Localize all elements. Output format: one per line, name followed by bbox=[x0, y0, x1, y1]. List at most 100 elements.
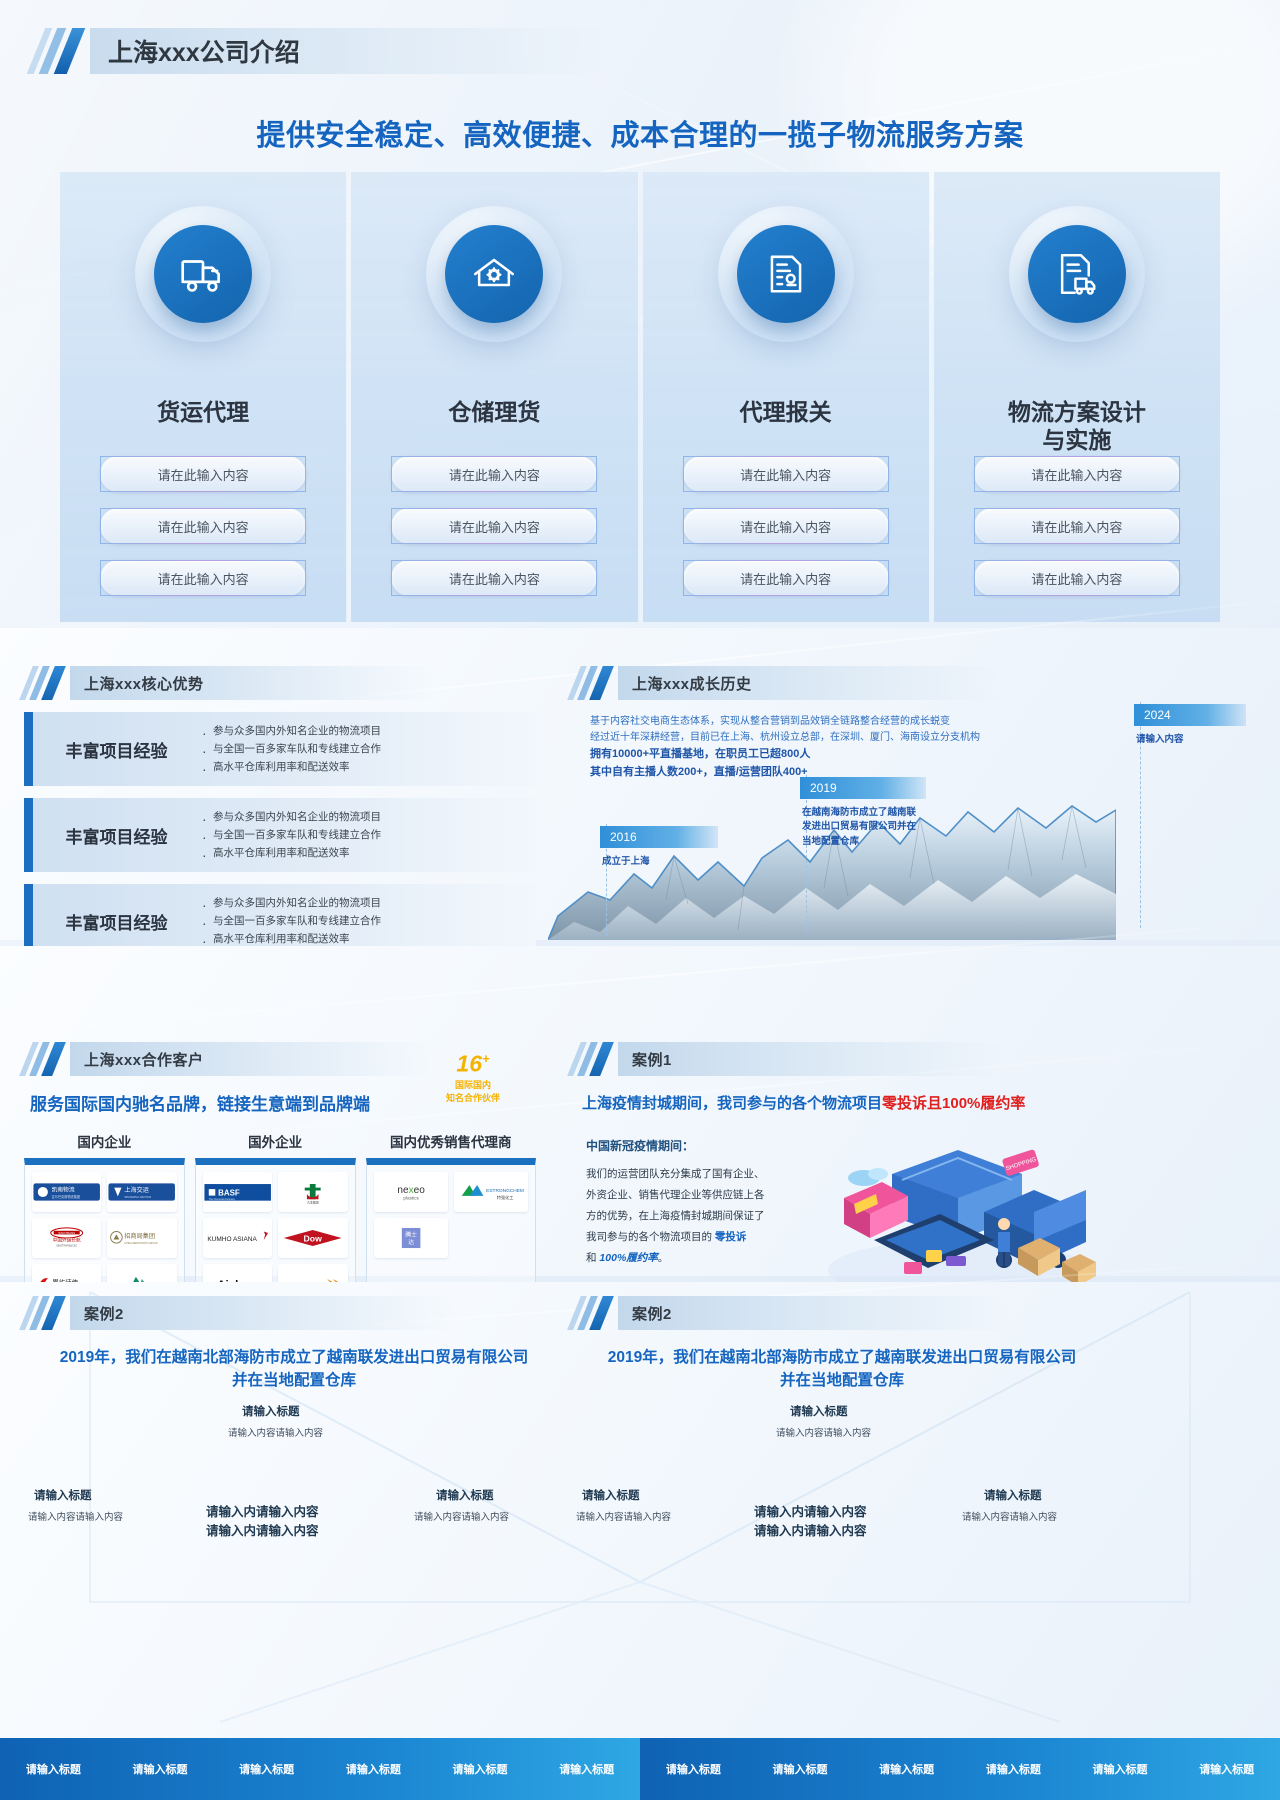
footer-item[interactable]: 请输入标题 bbox=[747, 1761, 854, 1777]
case2-right-section: 案例2 2019年，我们在越南北部海防市成立了越南联发进出口贸易有限公司 并在当… bbox=[567, 1296, 1112, 1553]
footer-item[interactable]: 请输入标题 bbox=[1067, 1761, 1174, 1777]
service-pill[interactable]: 请在此输入内容 bbox=[391, 508, 598, 544]
advantage-accent-bar bbox=[24, 712, 33, 786]
advantage-row[interactable]: 丰富项目经验 参与众多国内外知名企业的物流项目 与全国一百多家车队和专线建立合作… bbox=[24, 712, 536, 786]
case2-block-title[interactable]: 请输入标题 bbox=[582, 1487, 640, 1503]
service-card[interactable]: 货运代理 请在此输入内容 请在此输入内容 请在此输入内容 bbox=[60, 172, 348, 622]
case2-left-lead-line: 2019年，我们在越南北部海防市成立了越南联发进出口贸易有限公司 bbox=[59, 1349, 529, 1366]
badge-label: 国际国内 知名合作伙伴 bbox=[445, 1079, 500, 1103]
case1-section: 案例1 上海疫情封城期间，我司参与的各个物流项目零投诉且100%履约率 中国新冠… bbox=[567, 1042, 1112, 1300]
slash-accent-icon bbox=[567, 1042, 618, 1076]
case2-block-title[interactable]: 请输入标题 bbox=[436, 1487, 494, 1503]
footer-item[interactable]: 请输入标题 bbox=[0, 1761, 107, 1777]
service-pill[interactable]: 请在此输入内容 bbox=[100, 456, 307, 492]
case1-body-line: 和 100%履约率。 bbox=[586, 1252, 669, 1264]
timeline-year: 2019 bbox=[800, 777, 926, 799]
advantages-section: 上海xxx核心优势 丰富项目经验 参与众多国内外知名企业的物流项目 与全国一百多… bbox=[19, 666, 536, 958]
service-pill-list: 请在此输入内容 请在此输入内容 请在此输入内容 bbox=[351, 456, 637, 596]
case1-body-line: 我们的运营团队充分集成了国有企业、 bbox=[586, 1168, 765, 1180]
partner-logo[interactable]: BASF The Chemical Company bbox=[202, 1172, 273, 1212]
service-pill[interactable]: 请在此输入内容 bbox=[682, 456, 889, 492]
svg-text:九丰集团: 九丰集团 bbox=[307, 1200, 319, 1205]
service-pill[interactable]: 请在此输入内容 bbox=[391, 456, 598, 492]
service-pill[interactable]: 请在此输入内容 bbox=[973, 508, 1180, 544]
case2-left-blocks: 请输入标题 请输入内容请输入内容 请输入标题 请输入内容请输入内容 请输入标题 … bbox=[24, 1403, 564, 1553]
service-card[interactable]: 仓储理货 请在此输入内容 请在此输入内容 请在此输入内容 bbox=[351, 172, 639, 622]
partner-logo[interactable]: Dow bbox=[278, 1218, 348, 1258]
case2-block-title[interactable]: 请输入标题 bbox=[242, 1403, 300, 1419]
case2-right-blocks: 请输入标题 请输入内容请输入内容 请输入标题 请输入内容请输入内容 请输入标题 … bbox=[572, 1403, 1112, 1553]
footer-item[interactable]: 请输入标题 bbox=[427, 1761, 534, 1777]
advantage-bullet: 参与众多国内外知名企业的物流项目 bbox=[200, 721, 381, 745]
case1-lead: 上海疫情封城期间，我司参与的各个物流项目零投诉且100%履约率 bbox=[582, 1092, 1112, 1113]
partner-logo[interactable]: 腾士达 bbox=[373, 1218, 448, 1258]
case2-block-title[interactable]: 请输入标题 bbox=[984, 1487, 1042, 1503]
partner-column-header: 国内优秀销售代理商 bbox=[390, 1135, 512, 1150]
footer-item[interactable]: 请输入标题 bbox=[107, 1761, 214, 1777]
timeline-text: 成立于上海 bbox=[602, 856, 650, 867]
svg-text:CHINA MERCHANTS GROUP: CHINA MERCHANTS GROUP bbox=[125, 1242, 159, 1245]
advantages-title: 上海xxx核心优势 bbox=[84, 675, 204, 693]
footer-item[interactable]: 请输入标题 bbox=[213, 1761, 320, 1777]
timeline-text: 在越南海防市成立了越南联发进出口贸易有限公司并在当地配置仓库 bbox=[802, 807, 917, 847]
partner-logo[interactable]: 凯南物流 吉尔巴克斯物流集团 bbox=[32, 1172, 102, 1212]
footer-item[interactable]: 请输入标题 bbox=[320, 1761, 427, 1777]
footer-item[interactable]: 请输入标题 bbox=[1173, 1761, 1280, 1777]
case2-block-title[interactable]: 请输入标题 bbox=[790, 1403, 848, 1419]
hero-subtitle: 提供安全稳定、高效便捷、成本合理的一揽子物流服务方案 bbox=[256, 120, 1024, 152]
footer-item[interactable]: 请输入标题 bbox=[960, 1761, 1067, 1777]
service-pill[interactable]: 请在此输入内容 bbox=[973, 560, 1180, 596]
case1-lead-highlight: 零投诉且100%履约率 bbox=[882, 1095, 1026, 1112]
partner-logo-list: nexeo plastics ESTRONGCHEM 特强化工 腾士达 bbox=[373, 1172, 528, 1258]
case2-block-title[interactable]: 请输入标题 bbox=[34, 1487, 92, 1503]
service-pill[interactable]: 请在此输入内容 bbox=[682, 560, 889, 596]
icon-halo bbox=[135, 206, 272, 342]
partner-logo[interactable]: SINOTRANS 中国外运长航 SINOTRANS&CSC bbox=[32, 1218, 102, 1258]
footer-item[interactable]: 请输入标题 bbox=[640, 1761, 747, 1777]
partner-logo[interactable]: KUMHO ASIANA bbox=[202, 1218, 273, 1258]
case2-left-lead: 2019年，我们在越南北部海防市成立了越南联发进出口贸易有限公司 并在当地配置仓… bbox=[24, 1346, 564, 1393]
customs-document-icon bbox=[736, 225, 835, 323]
service-card[interactable]: 物流方案设计 与实施 请在此输入内容 请在此输入内容 请在此输入内容 bbox=[933, 172, 1220, 622]
page-title-row: 上海xxx公司介绍 bbox=[26, 28, 654, 74]
advantage-label: 丰富项目经验 bbox=[65, 827, 168, 847]
slide-page: 上海xxx公司介绍 提供安全稳定、高效便捷、成本合理的一揽子物流服务方案 货运代… bbox=[0, 0, 1280, 1800]
partner-logo[interactable]: ESTRONGCHEM 特强化工 bbox=[453, 1172, 528, 1212]
partner-logo[interactable]: nexeo plastics bbox=[373, 1172, 448, 1212]
service-card[interactable]: 代理报关 请在此输入内容 请在此输入内容 请在此输入内容 bbox=[642, 172, 930, 622]
slash-accent-icon bbox=[19, 1296, 70, 1330]
badge-number: 16+ bbox=[456, 1050, 490, 1077]
timeline-milestone[interactable]: 2019 在越南海防市成立了越南联发进出口贸易有限公司并在当地配置仓库 bbox=[800, 777, 926, 849]
service-pill[interactable]: 请在此输入内容 bbox=[100, 508, 307, 544]
service-pill-list: 请在此输入内容 请在此输入内容 请在此输入内容 bbox=[643, 456, 929, 596]
service-pill[interactable]: 请在此输入内容 bbox=[682, 508, 889, 544]
case2-block-desc: 请输入内容请输入内容 bbox=[28, 1511, 124, 1523]
partner-logo[interactable]: 上海交运 SHANGHAI JIAOYUN bbox=[107, 1172, 177, 1212]
partner-logo[interactable]: 招商局集团 CHINA MERCHANTS GROUP bbox=[107, 1218, 177, 1258]
timeline-year: 2016 bbox=[600, 826, 718, 848]
svg-text:nexeo: nexeo bbox=[397, 1185, 425, 1196]
case2-left-lead-line: 并在当地配置仓库 bbox=[231, 1372, 356, 1390]
footer-item[interactable]: 请输入标题 bbox=[533, 1761, 640, 1777]
timeline-milestone[interactable]: 2016 成立于上海 bbox=[600, 826, 718, 869]
advantage-bullet: 与全国一百多家车队和专线建立合作 bbox=[200, 911, 381, 935]
service-pill-list: 请在此输入内容 请在此输入内容 请在此输入内容 bbox=[934, 456, 1220, 596]
truck-icon bbox=[154, 225, 253, 323]
footer-left-group: 请输入标题 请输入标题 请输入标题 请输入标题 请输入标题 请输入标题 bbox=[0, 1738, 640, 1800]
partner-logo[interactable]: 九丰集团 bbox=[278, 1172, 348, 1212]
advantage-bullet: 参与众多国内外知名企业的物流项目 bbox=[200, 807, 381, 831]
footer-item[interactable]: 请输入标题 bbox=[853, 1761, 960, 1777]
svg-text:SHANGHAI JIAOYUN: SHANGHAI JIAOYUN bbox=[125, 1195, 152, 1199]
svg-text:BASF: BASF bbox=[218, 1189, 240, 1198]
service-pill[interactable]: 请在此输入内容 bbox=[100, 560, 307, 596]
service-pill[interactable]: 请在此输入内容 bbox=[391, 560, 598, 596]
service-pill[interactable]: 请在此输入内容 bbox=[973, 456, 1180, 492]
slash-accent-icon bbox=[567, 666, 618, 700]
footer-right-group: 请输入标题 请输入标题 请输入标题 请输入标题 请输入标题 请输入标题 bbox=[640, 1738, 1280, 1800]
advantage-row[interactable]: 丰富项目经验 参与众多国内外知名企业的物流项目 与全国一百多家车队和专线建立合作… bbox=[24, 798, 536, 872]
history-header: 上海xxx成长历史 bbox=[567, 666, 1112, 700]
timeline-milestone[interactable]: 2024 请输入内容 bbox=[1134, 704, 1246, 747]
case1-body-line: 我司参与的各个物流项目的 零投诉 bbox=[586, 1231, 747, 1243]
svg-text:中国外运长航: 中国外运长航 bbox=[53, 1237, 81, 1244]
svg-text:The Chemical Company: The Chemical Company bbox=[209, 1198, 236, 1201]
